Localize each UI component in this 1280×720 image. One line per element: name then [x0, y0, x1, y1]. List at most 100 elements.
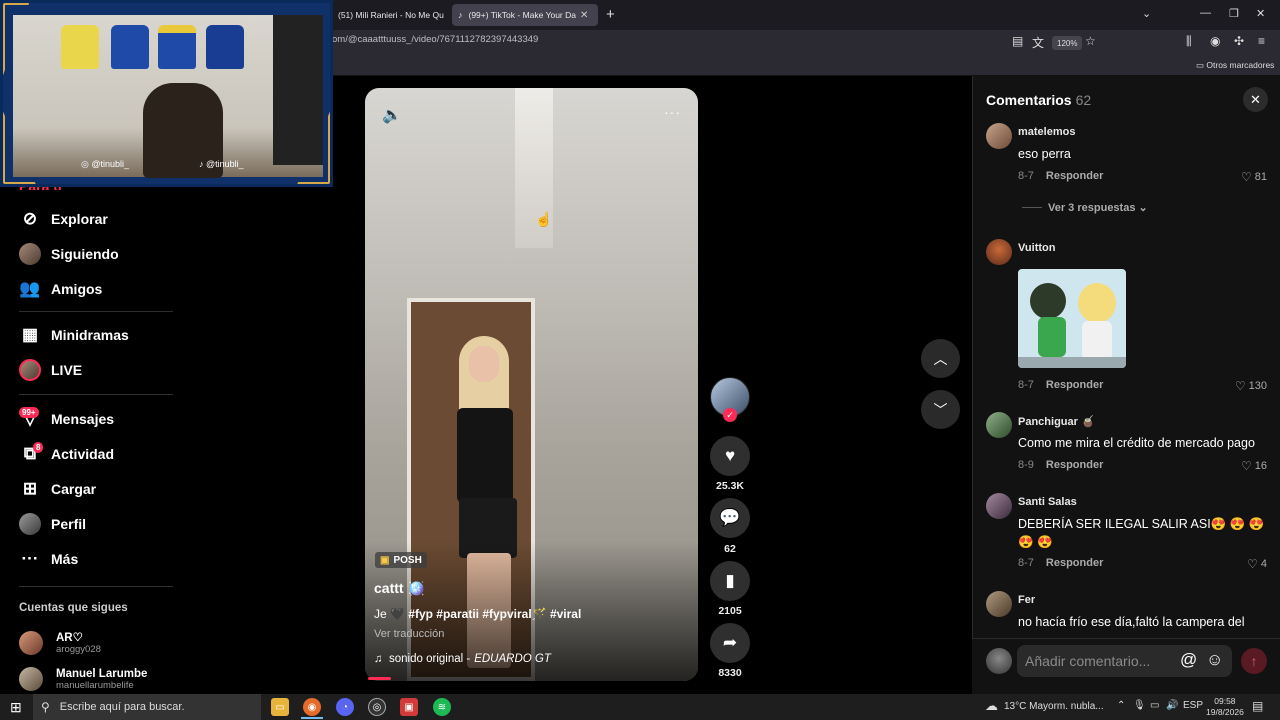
- other-bookmarks[interactable]: ▭ Otros marcadores: [1196, 60, 1274, 71]
- windows-start-icon[interactable]: ⊞: [10, 699, 22, 716]
- sidebar-item-minidramas[interactable]: ▦ Minidramas: [19, 322, 129, 348]
- avatar[interactable]: [986, 591, 1012, 617]
- reply-button[interactable]: Responder: [1046, 459, 1103, 471]
- heart-outline-icon: ♡: [1247, 557, 1258, 571]
- extensions-icon[interactable]: ✣: [1234, 34, 1244, 48]
- volume-tray-icon[interactable]: 🔊: [1166, 700, 1178, 711]
- comment-like[interactable]: ♡ 4: [1247, 557, 1267, 571]
- comment-button[interactable]: 💬: [710, 498, 750, 538]
- my-avatar: [986, 648, 1012, 674]
- tab-title: (51) Mili Ranieri - No Me Qu: [338, 10, 444, 20]
- comment-username[interactable]: Vuitton: [1018, 242, 1055, 254]
- comments-title: Comentarios 62: [986, 92, 1092, 108]
- save-button[interactable]: ▮: [710, 561, 750, 601]
- jersey-image: [158, 25, 196, 69]
- comment-username[interactable]: matelemos: [1018, 126, 1075, 138]
- more-options-icon[interactable]: ···: [664, 104, 681, 120]
- send-comment-button[interactable]: ↑: [1241, 648, 1267, 674]
- list-tabs-icon[interactable]: ⌄: [1142, 7, 1151, 20]
- tray-chevron-icon[interactable]: ⌃: [1117, 700, 1125, 711]
- comment-like[interactable]: ♡ 16: [1241, 459, 1267, 473]
- new-tab-icon[interactable]: +: [606, 6, 615, 23]
- video-sound[interactable]: ♫ sonido original - EDUARDO GT: [374, 653, 551, 665]
- share-count: 8330: [718, 667, 742, 679]
- menu-icon[interactable]: ≡: [1258, 34, 1265, 48]
- zoom-level[interactable]: 120%: [1052, 36, 1083, 50]
- close-tab-icon[interactable]: ✕: [580, 10, 588, 21]
- url-bar[interactable]: om/@caaatttuuss_/video/76711127823974433…: [332, 34, 538, 45]
- hashtags[interactable]: #fyp #paratii #fypviral🪄 #viral: [408, 607, 581, 621]
- video-username[interactable]: cattt 🪩: [374, 580, 425, 597]
- see-translation-link[interactable]: Ver traducción: [374, 628, 444, 640]
- mention-icon[interactable]: @: [1180, 650, 1197, 670]
- sidebar-item-siguiendo[interactable]: Siguiendo: [19, 241, 119, 267]
- account-icon[interactable]: ◉: [1210, 34, 1220, 48]
- avatar[interactable]: [986, 123, 1012, 149]
- browser-tab-active[interactable]: ♪ (99+) TikTok - Make Your Da ✕: [452, 4, 598, 26]
- sidebar-item-perfil[interactable]: Perfil: [19, 511, 86, 537]
- library-icon[interactable]: ⫼: [1186, 34, 1192, 49]
- previous-video-button[interactable]: ︿: [921, 339, 960, 378]
- microphone-icon[interactable]: 🎙: [1133, 700, 1146, 711]
- network-icon[interactable]: ▭: [1150, 700, 1159, 711]
- next-video-button[interactable]: ﹀: [921, 390, 960, 429]
- followed-account[interactable]: Manuel Larumbe manuellarumbelife: [19, 667, 147, 691]
- weather-widget[interactable]: ☁ 13°C Mayorm. nubla...: [985, 698, 1104, 714]
- jersey-image: [61, 25, 99, 69]
- sidebar-item-mas[interactable]: ··· Más: [19, 546, 79, 572]
- taskbar-search[interactable]: ⚲ Escribe aquí para buscar.: [33, 694, 261, 720]
- close-comments-button[interactable]: ✕: [1243, 87, 1268, 112]
- comment-like[interactable]: ♡ 81: [1241, 170, 1267, 184]
- language-indicator[interactable]: ESP: [1183, 700, 1203, 711]
- translate-icon[interactable]: 文: [1032, 34, 1044, 51]
- view-replies-button[interactable]: Ver 3 respuestas ⌄: [1022, 201, 1148, 214]
- comment-username[interactable]: Fer: [1018, 594, 1035, 606]
- close-icon: ✕: [1250, 91, 1261, 107]
- comment-text: DEBERÍA SER ILEGAL SALIR ASI😍 😍 😍 😍 😍: [1018, 517, 1265, 549]
- comment-username[interactable]: Santi Salas: [1018, 496, 1077, 508]
- taskbar-clock[interactable]: 09:58 19/8/2026: [1206, 696, 1244, 718]
- save-count: 2105: [718, 605, 742, 617]
- like-button[interactable]: ♥: [710, 436, 750, 476]
- reply-button[interactable]: Responder: [1046, 379, 1103, 391]
- reader-view-icon[interactable]: ▤: [1012, 34, 1023, 48]
- comment-sticker-image[interactable]: [1018, 269, 1126, 368]
- sidebar-item-amigos[interactable]: 👥 Amigos: [19, 276, 102, 302]
- reply-button[interactable]: Responder: [1046, 170, 1103, 182]
- notifications-icon[interactable]: ▤: [1252, 699, 1263, 713]
- sidebar-item-explorar[interactable]: ⊘ Explorar: [19, 206, 108, 232]
- follow-check-icon[interactable]: ✓: [723, 408, 737, 422]
- comment-username[interactable]: Panchiguar 🧉: [1018, 415, 1095, 428]
- firefox-icon[interactable]: ◉: [303, 698, 321, 716]
- cloud-icon: ☁: [985, 698, 998, 713]
- discord-icon[interactable]: ◔: [336, 698, 354, 716]
- followed-account[interactable]: AR♡ aroggy028: [19, 630, 101, 655]
- avatar[interactable]: [986, 239, 1012, 265]
- volume-icon[interactable]: 🔈: [382, 105, 402, 125]
- browser-tab[interactable]: (51) Mili Ranieri - No Me Qu ✕: [332, 4, 446, 26]
- webcam-handle: ♪ @tinubli_: [199, 159, 244, 169]
- comment-input[interactable]: [1017, 645, 1232, 677]
- upload-icon: ⊞: [22, 479, 38, 498]
- sidebar-item-live[interactable]: LIVE: [19, 357, 82, 383]
- sidebar-item-cargar[interactable]: ⊞ Cargar: [19, 476, 96, 502]
- minimize-icon[interactable]: —: [1200, 7, 1211, 19]
- avatar[interactable]: [986, 493, 1012, 519]
- avatar[interactable]: [986, 412, 1012, 438]
- file-explorer-icon[interactable]: ▭: [271, 698, 289, 716]
- video-tag[interactable]: ▣ POSH: [375, 552, 427, 568]
- restore-icon[interactable]: ❐: [1229, 7, 1239, 20]
- film-icon: ▦: [21, 325, 39, 344]
- spotify-icon[interactable]: ≋: [433, 698, 451, 716]
- comment-like[interactable]: ♡ 130: [1235, 379, 1267, 393]
- reply-button[interactable]: Responder: [1046, 557, 1103, 569]
- obs-icon[interactable]: ◎: [368, 698, 386, 716]
- more-icon: ···: [21, 549, 39, 568]
- comment-meta: 8-7 Responder: [1018, 379, 1104, 391]
- video-progress-bar[interactable]: [368, 677, 391, 680]
- streaming-app-icon[interactable]: ▣: [400, 698, 418, 716]
- emoji-icon[interactable]: ☺: [1206, 650, 1223, 670]
- share-button[interactable]: ➦: [710, 623, 750, 663]
- bookmark-star-icon[interactable]: ☆: [1085, 34, 1096, 48]
- close-window-icon[interactable]: ✕: [1256, 7, 1265, 20]
